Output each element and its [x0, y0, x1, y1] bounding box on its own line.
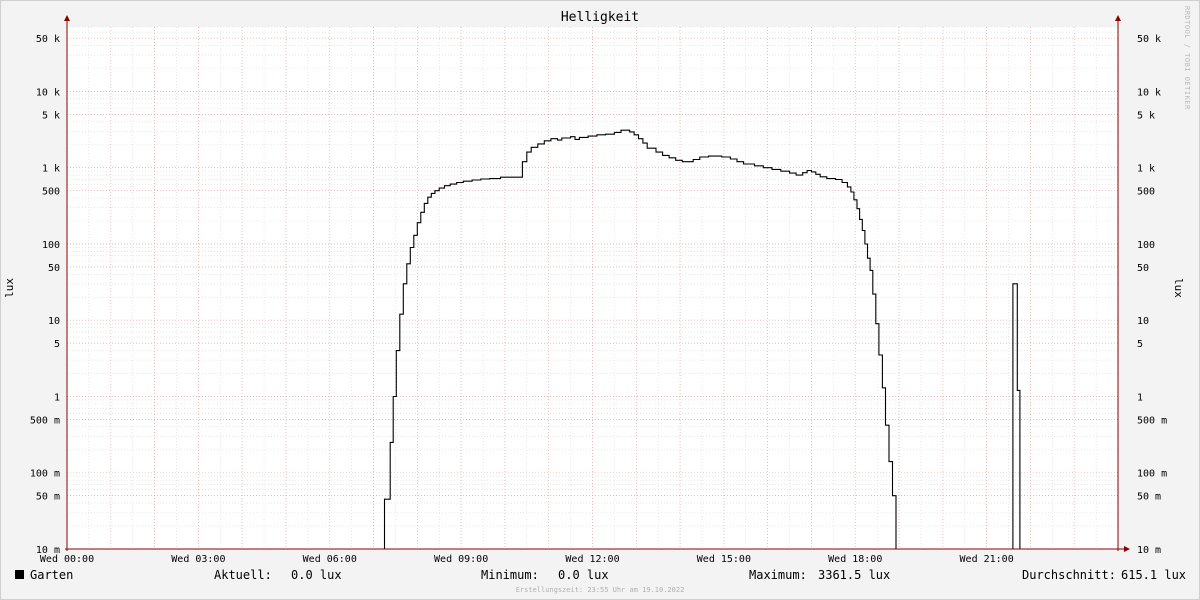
y-tick-label-right: 10 m — [1137, 545, 1161, 556]
y-tick-label-left: 5 k — [42, 110, 60, 121]
y-tick-label-left: 100 m — [30, 469, 60, 480]
legend-swatch — [15, 570, 24, 579]
creation-time-footer: Erstellungszeit: 23:55 Uhr am 19.10.2022 — [515, 586, 685, 594]
x-tick-label: Wed 18:00 — [828, 554, 882, 565]
legend-max-label: Maximum: — [749, 568, 807, 582]
y-tick-label-left: 5 — [54, 339, 60, 350]
y-tick-label-left: 1 — [54, 392, 60, 403]
y-tick-label-right: 5 — [1137, 339, 1143, 350]
y-tick-label-left: 10 — [48, 316, 60, 327]
x-tick-label: Wed 21:00 — [960, 554, 1014, 565]
legend-series-name: Garten — [30, 568, 74, 582]
x-tick-label: Wed 00:00 — [40, 554, 94, 565]
y-axis-arrow-right — [1115, 15, 1121, 21]
y-tick-label-right: 50 — [1137, 263, 1149, 274]
y-tick-label-left: 500 — [42, 187, 60, 198]
legend-min-label: Minimum: — [481, 568, 539, 582]
x-tick-label: Wed 15:00 — [697, 554, 751, 565]
y-tick-label-right: 1 — [1137, 392, 1143, 403]
y-tick-label-right: 100 m — [1137, 469, 1167, 480]
y-tick-label-right: 100 — [1137, 240, 1155, 251]
y-tick-label-right: 500 — [1137, 187, 1155, 198]
legend-min-value: 0.0 lux — [558, 568, 609, 582]
x-tick-label: Wed 12:00 — [565, 554, 619, 565]
y-tick-label-left: 100 — [42, 240, 60, 251]
y-tick-label-right: 5 k — [1137, 110, 1155, 121]
x-tick-label: Wed 06:00 — [303, 554, 357, 565]
x-tick-label: Wed 09:00 — [434, 554, 488, 565]
legend-max-value: 3361.5 lux — [818, 568, 891, 582]
y-tick-label-right: 10 — [1137, 316, 1149, 327]
y-tick-label-right: 50 m — [1137, 492, 1161, 503]
y-tick-label-right: 10 k — [1137, 87, 1161, 98]
y-tick-label-right: 500 m — [1137, 415, 1167, 426]
y-tick-label-left: 1 k — [42, 164, 60, 175]
x-axis-arrow — [1124, 546, 1130, 552]
legend-avg-value: 615.1 lux — [1121, 568, 1187, 582]
y-tick-label-left: 500 m — [30, 415, 60, 426]
y-tick-label-left: 50 k — [36, 34, 60, 45]
brightness-chart: 10 m 10 m50 m 50 m100 m 100 m500 m 500 m1 15 5… — [30, 15, 1167, 565]
y-tick-label-left: 10 k — [36, 87, 60, 98]
x-tick-label: Wed 03:00 — [171, 554, 225, 565]
legend-current-value: 0.0 lux — [291, 568, 342, 582]
y-tick-label-left: 50 — [48, 263, 60, 274]
y-tick-label-left: 50 m — [36, 492, 60, 503]
y-axis-arrow-left — [64, 15, 70, 21]
y-tick-label-right: 50 k — [1137, 34, 1161, 45]
legend-current-label: Aktuell: — [214, 568, 272, 582]
y-tick-label-right: 1 k — [1137, 164, 1155, 175]
legend-avg-label: Durchschnitt: — [1022, 568, 1116, 582]
